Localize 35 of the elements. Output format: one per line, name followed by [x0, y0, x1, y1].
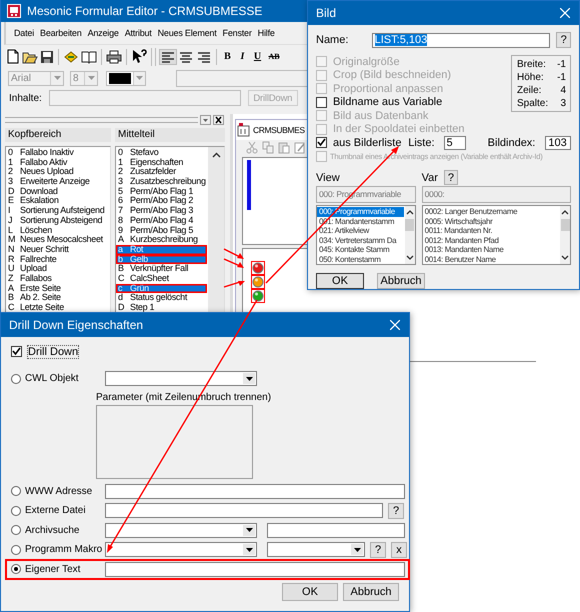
radio-label: Programm Makro	[25, 544, 104, 555]
column-header: Kopfbereich	[5, 128, 111, 142]
checkbox-label: Bild aus Datenbank	[333, 110, 428, 122]
dialog-title: Bild	[316, 6, 336, 20]
field-label: Var	[422, 172, 438, 184]
variable-field: 0000:	[422, 186, 571, 203]
checkbox-label: Originalgröße	[333, 56, 400, 68]
field-label: Name:	[316, 34, 350, 46]
radio-label: CWL Objekt	[25, 373, 80, 384]
info-label: Zeile:	[517, 84, 542, 97]
info-value: 4	[560, 84, 566, 97]
radio-label: Eigener Text	[25, 564, 82, 574]
info-label: Spalte:	[517, 97, 548, 110]
radio-label: Archivsuche	[25, 524, 80, 536]
radio-label: WWW Adresse	[25, 486, 94, 496]
info-value: -1	[557, 58, 566, 71]
checkbox-label: Drill Down	[28, 346, 78, 358]
checkbox-label: Crop (Bild beschneiden)	[333, 69, 452, 82]
field-label: Liste:	[408, 136, 434, 149]
field-label: View	[316, 172, 340, 184]
info-label: Höhe:	[517, 71, 544, 84]
checkbox-label: Proportional anpassen	[333, 82, 444, 95]
info-label: Breite:	[517, 58, 546, 71]
column-header: Mittelteil	[115, 128, 225, 142]
field-label: Inhalte:	[9, 92, 42, 104]
checkbox-label: In der Spooldatei einbetten	[333, 123, 464, 136]
checkbox-label: aus Bilderliste	[333, 136, 402, 149]
dialog-title: Drill Down Eigenschaften	[9, 318, 144, 332]
radio-label: Externe Datei	[25, 505, 87, 516]
window-title: CRMSUBMES	[253, 125, 305, 135]
info-value: -1	[557, 71, 566, 84]
field-label: Bildindex:	[488, 136, 536, 149]
window-title: Mesonic Formular Editor - CRMSUBMESSE	[27, 4, 262, 18]
info-value: 3	[560, 97, 566, 110]
checkbox-label: Bildname aus Variable	[333, 96, 442, 108]
